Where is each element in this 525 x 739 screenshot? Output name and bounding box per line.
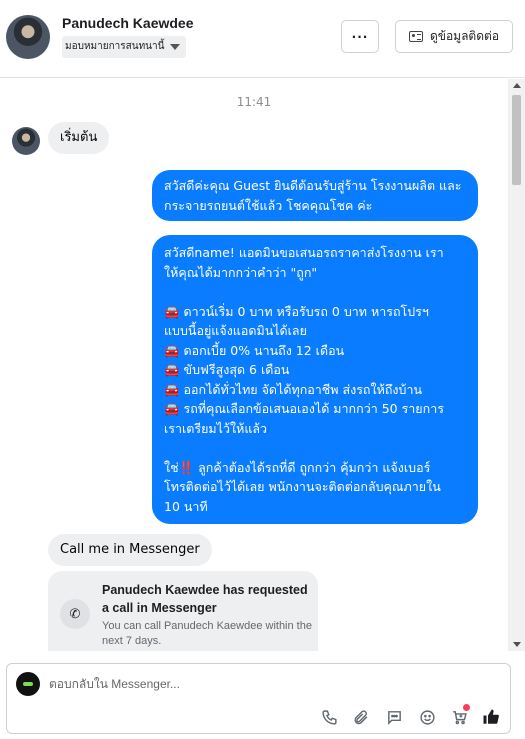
conversation-header: Panudech Kaewdee มอบหมายการสนทนานี้ ··· … (0, 0, 525, 78)
offer-line: 🚘 ขับฟรีสูงสุด 6 เดือน (164, 362, 290, 377)
incoming-message-call-me: Call me in Messenger (48, 534, 212, 566)
message-thread[interactable]: 11:41 เริ่มต้น สวัสดีค่ะคุณ Guest ยินดีต… (0, 79, 525, 651)
outgoing-message-greeting: สวัสดีค่ะคุณ Guest ยินดีต้อนรับสู่ร้าน โ… (152, 170, 478, 221)
call-request-subtitle: You can call Panudech Kaewdee within the… (102, 620, 312, 647)
offer-line: 10 นาที (164, 498, 208, 514)
offer-line: 🚘 ดาวน์เริ่ม 0 บาท หรือรับรถ 0 บาท หารถโ… (164, 303, 429, 319)
offer-line: 🚘 รถที่คุณเลือกข้อเสนอเองได้ มากกว่า 50 … (164, 401, 444, 416)
offer-line: โทรติดต่อไว้ได้เลย พนักงานจะติดต่อกลับคุ… (164, 479, 441, 494)
page-avatar (16, 672, 40, 696)
contact-card-icon (408, 31, 423, 42)
offer-line: แบบนี้อยู่แจ้งแอดมินได้เลย (164, 323, 307, 338)
phone-icon: ✆ (60, 599, 90, 629)
contact-avatar[interactable] (6, 15, 50, 59)
scroll-up-arrow-icon[interactable] (513, 83, 521, 88)
offer-line: เราเตรียมไว้ให้แล้ว (164, 420, 268, 436)
thread-scrollbar[interactable] (508, 79, 525, 651)
reply-input[interactable] (49, 672, 449, 696)
chat-icon[interactable] (384, 707, 404, 727)
call-request-card[interactable]: ✆ Panudech Kaewdee has requested a call … (48, 571, 318, 651)
view-contact-info-label: ดูข้อมูลติดต่อ (429, 29, 500, 43)
offer-line: ใช่‼️ ลูกค้าต้องได้รถที่ดี ถูกกว่า คุ้มก… (164, 459, 431, 475)
scrollbar-thumb[interactable] (512, 95, 521, 185)
phone-icon[interactable] (319, 707, 339, 727)
notification-dot (463, 704, 470, 711)
offer-line (164, 438, 466, 458)
emoji-icon[interactable] (417, 707, 437, 727)
caret-down-icon (170, 44, 181, 50)
offer-line: 🚘 ดอกเบี้ย 0% นานถึง 12 เดือน (164, 342, 345, 358)
more-options-button[interactable]: ··· (341, 20, 379, 53)
offer-line: ให้คุณได้มากกว่าคำว่า "ถูก" (164, 264, 318, 280)
sender-avatar[interactable] (12, 127, 40, 155)
reply-composer (6, 663, 511, 734)
offer-line: 🚘 ออกได้ทั่วไทย จัดได้ทุกอาชีพ ส่งรถให้ถ… (164, 381, 423, 397)
offer-line: สวัสดีname! แอดมินขอเสนอรถราคาส่งโรงงาน … (164, 245, 444, 260)
cart-icon[interactable] (449, 704, 470, 727)
assign-label: มอบหมายการสนทนานี้ (65, 41, 165, 52)
paperclip-icon[interactable] (350, 707, 370, 727)
like-icon[interactable] (481, 707, 501, 727)
incoming-message-start: เริ่มต้น (48, 122, 110, 154)
view-contact-info-button[interactable]: ดูข้อมูลติดต่อ (395, 20, 513, 53)
outgoing-message-offer: สวัสดีname! แอดมินขอเสนอรถราคาส่งโรงงาน … (152, 235, 478, 524)
call-request-title: Panudech Kaewdee has requested a call in… (102, 583, 308, 615)
scroll-down-arrow-icon[interactable] (513, 642, 521, 647)
offer-line (164, 282, 466, 302)
message-timestamp: 11:41 (236, 95, 272, 109)
assign-conversation-dropdown[interactable]: มอบหมายการสนทนานี้ (62, 36, 187, 58)
contact-name[interactable]: Panudech Kaewdee (62, 15, 194, 31)
